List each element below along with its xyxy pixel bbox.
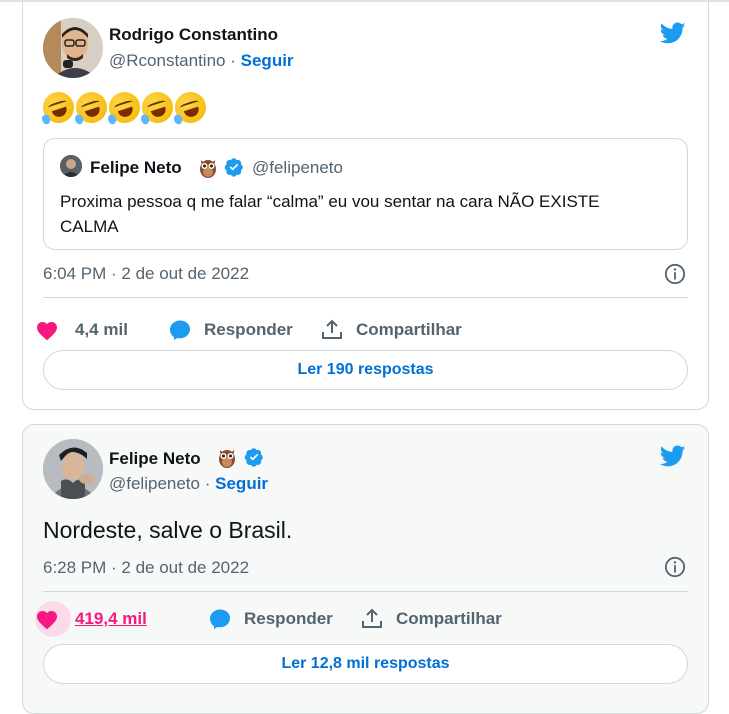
owl-emoji-icon <box>219 450 235 468</box>
rofl-emoji-icon <box>170 87 211 128</box>
share-icon <box>322 319 342 339</box>
share-label[interactable]: Compartilhar <box>356 320 462 340</box>
divider <box>43 591 688 592</box>
reply-button[interactable]: Responder <box>168 318 320 342</box>
share-button[interactable]: Compartilhar <box>360 607 502 631</box>
author-name[interactable]: Felipe Neto <box>109 449 201 469</box>
author-handle-line: @felipeneto · Seguir <box>109 474 268 494</box>
avatar[interactable] <box>43 18 103 78</box>
verified-badge-icon <box>224 158 243 177</box>
rofl-emoji-icon <box>38 87 79 128</box>
share-button[interactable]: Compartilhar <box>320 318 462 342</box>
verified-badge-icon <box>244 448 263 467</box>
reply-bubble-icon <box>170 320 190 340</box>
author-handle[interactable]: @felipeneto <box>109 474 200 493</box>
quoted-tweet-text: Proxima pessoa q me falar “calma” eu vou… <box>60 192 600 236</box>
follow-button[interactable]: Seguir <box>215 474 268 493</box>
rofl-emoji-icon <box>71 87 112 128</box>
author-handle[interactable]: @Rconstantino <box>109 51 226 70</box>
tweet-text: Nordeste, salve o Brasil. <box>43 517 293 543</box>
like-button[interactable]: 419,4 mil <box>35 601 208 637</box>
separator-dot: · <box>204 474 211 493</box>
read-replies-button[interactable]: Ler 12,8 mil respostas <box>43 644 688 684</box>
info-icon[interactable] <box>664 263 686 285</box>
reply-button[interactable]: Responder <box>208 607 360 631</box>
like-button[interactable]: 4,4 mil <box>37 312 168 348</box>
twitter-bird-icon[interactable] <box>658 443 688 469</box>
avatar[interactable] <box>43 439 103 499</box>
reply-label[interactable]: Responder <box>204 320 293 340</box>
twitter-bird-icon[interactable] <box>658 20 688 46</box>
follow-button[interactable]: Seguir <box>241 51 294 70</box>
quoted-tweet[interactable]: Felipe Neto @felipeneto Proxima pessoa q… <box>43 138 688 250</box>
info-icon[interactable] <box>664 556 686 578</box>
like-count[interactable]: 4,4 mil <box>75 320 128 340</box>
heart-icon-wrap <box>35 312 71 348</box>
reply-label[interactable]: Responder <box>244 609 333 629</box>
owl-emoji-icon <box>200 160 216 178</box>
reply-bubble-icon <box>210 609 230 629</box>
tweet-actions: 4,4 mil Responder Compartilhar <box>37 312 462 348</box>
quoted-author-handle: @felipeneto <box>252 158 343 177</box>
rofl-emoji-icon <box>137 87 178 128</box>
divider <box>43 297 688 298</box>
heart-icon <box>37 322 57 341</box>
author-name[interactable]: Rodrigo Constantino <box>109 25 278 45</box>
tweet-timestamp[interactable]: 6:04 PM · 2 de out de 2022 <box>43 264 249 284</box>
heart-icon <box>37 611 57 630</box>
rofl-emoji-icon <box>104 87 145 128</box>
tweet-timestamp[interactable]: 6:28 PM · 2 de out de 2022 <box>43 558 249 578</box>
like-count[interactable]: 419,4 mil <box>75 609 147 629</box>
author-handle-line: @Rconstantino · Seguir <box>109 51 294 71</box>
heart-icon-wrap <box>35 601 71 637</box>
share-label[interactable]: Compartilhar <box>396 609 502 629</box>
emoji-row <box>38 87 211 128</box>
read-replies-button[interactable]: Ler 190 respostas <box>43 350 688 390</box>
quoted-author-name: Felipe Neto <box>90 158 182 177</box>
tweet-actions: 419,4 mil Responder Compartilhar <box>35 601 502 637</box>
separator-dot: · <box>230 51 236 70</box>
quoted-avatar <box>60 155 82 177</box>
tweet-card-2[interactable]: Felipe Neto @felipeneto · Seguir Nordest… <box>22 424 709 714</box>
share-icon <box>362 608 382 628</box>
tweet-card-1[interactable]: Rodrigo Constantino @Rconstantino · Segu… <box>22 2 709 410</box>
